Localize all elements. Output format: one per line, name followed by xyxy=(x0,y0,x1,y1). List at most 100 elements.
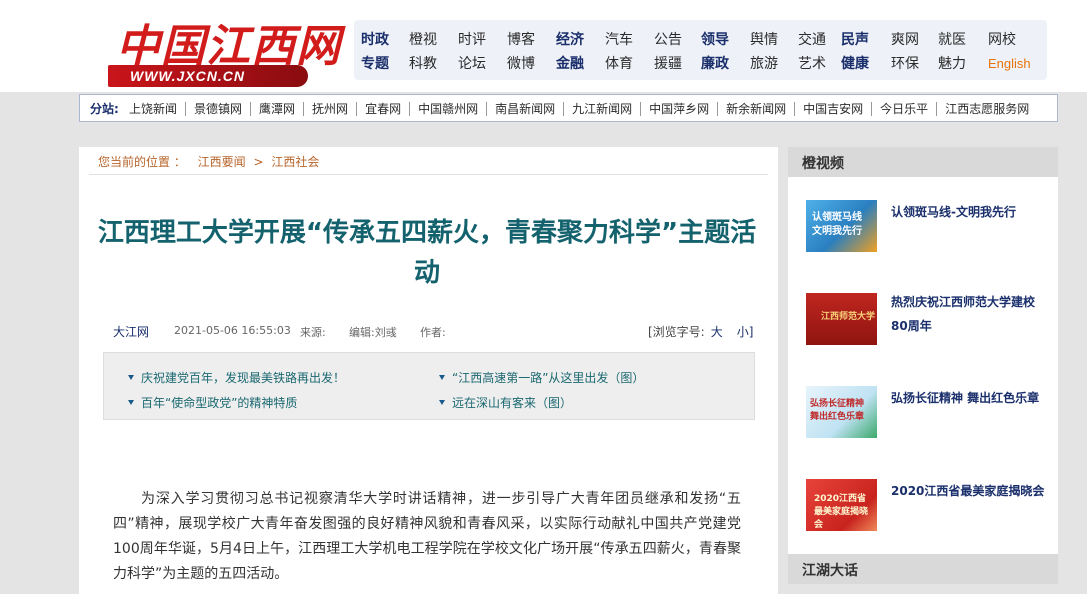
related-links-box: 庆祝建党百年，发现最美铁路再出发！ “江西高速第一路”从这里出发（图） 百年“使… xyxy=(103,352,755,420)
nav-row-1: 时政 橙视 时评 博客 经济 汽车 公告 领导 舆情 交通 民声 爽网 就医 网… xyxy=(354,29,1047,53)
nav-item[interactable]: 健康 xyxy=(841,53,869,75)
related-link[interactable]: 百年“使命型政党”的精神特质 xyxy=(128,394,297,411)
article-source-link[interactable]: 大江网 xyxy=(113,323,149,340)
video-list: 认领斑马线 文明我先行 认领斑马线-文明我先行 江西师范大学 热烈庆祝江西师范大… xyxy=(788,177,1058,554)
video-list-item[interactable]: 弘扬长征精神 舞出红色乐章 弘扬长征精神 舞出红色乐章 xyxy=(788,386,1058,446)
sub-site-link[interactable]: 鹰潭网 xyxy=(259,100,295,117)
sub-site-link[interactable]: 九江新闻网 xyxy=(572,100,632,117)
triangle-bullet-icon xyxy=(128,400,134,405)
nav-item[interactable]: 就医 xyxy=(938,29,966,51)
nav-item-english[interactable]: English xyxy=(988,53,1031,75)
nav-item[interactable]: 交通 xyxy=(798,29,826,51)
font-size-small-button[interactable]: 小] xyxy=(737,325,754,339)
article-title: 江西理工大学开展“传承五四薪火，青春聚力科学”主题活动 xyxy=(97,218,757,288)
divider xyxy=(717,101,719,116)
article-meta: 大江网 2021-05-06 16:55:03 来源: 编辑:刘彧 作者: [浏… xyxy=(113,323,753,343)
sub-site-link[interactable]: 中国吉安网 xyxy=(803,100,863,117)
logo-url-text: WWW.JXCN.CN xyxy=(130,68,245,84)
nav-item[interactable]: 金融 xyxy=(556,53,584,75)
sub-sites-list: 上饶新闻 景德镇网 鹰潭网 抚州网 宜春网 中国赣州网 南昌新闻网 九江新闻网 … xyxy=(129,100,1029,117)
divider xyxy=(409,101,411,116)
nav-item[interactable]: 艺术 xyxy=(798,53,826,75)
site-logo[interactable]: 中国江西网 WWW.JXCN.CN xyxy=(108,10,340,88)
nav-item[interactable]: 援疆 xyxy=(654,53,682,75)
video-list-item[interactable]: 2020江西省最美家庭揭晓会 2020江西省最美家庭揭晓会 xyxy=(788,479,1058,539)
triangle-bullet-icon xyxy=(439,375,445,380)
video-title: 2020江西省最美家庭揭晓会 xyxy=(891,484,1045,498)
nav-item[interactable]: 论坛 xyxy=(458,53,486,75)
divider xyxy=(89,174,768,175)
nav-item[interactable]: 科教 xyxy=(409,53,437,75)
video-thumbnail: 2020江西省最美家庭揭晓会 xyxy=(806,479,877,531)
sidebar: 橙视频 认领斑马线 文明我先行 认领斑马线-文明我先行 江西师范大学 热烈庆祝江… xyxy=(788,147,1058,594)
video-list-item[interactable]: 江西师范大学 热烈庆祝江西师范大学建校80周年 xyxy=(788,293,1058,353)
sub-site-link[interactable]: 中国赣州网 xyxy=(418,100,478,117)
sub-site-link[interactable]: 抚州网 xyxy=(312,100,348,117)
nav-item[interactable]: 汽车 xyxy=(605,29,633,51)
sub-site-link[interactable]: 南昌新闻网 xyxy=(495,100,555,117)
top-navigation: 时政 橙视 时评 博客 经济 汽车 公告 领导 舆情 交通 民声 爽网 就医 网… xyxy=(354,20,1047,80)
sub-site-link[interactable]: 景德镇网 xyxy=(194,100,242,117)
nav-item[interactable]: 经济 xyxy=(556,29,584,51)
nav-item[interactable]: 领导 xyxy=(701,29,729,51)
breadcrumb: 您当前的位置 ： 江西要闻 > 江西社会 xyxy=(98,153,319,170)
nav-item[interactable]: 微博 xyxy=(507,53,535,75)
sidebar-section-header: 橙视频 xyxy=(788,147,1058,177)
related-link[interactable]: 远在深山有客来（图） xyxy=(439,394,572,411)
breadcrumb-prefix: 您当前的位置 ： xyxy=(98,155,186,169)
sub-site-link[interactable]: 今日乐平 xyxy=(880,100,928,117)
nav-item[interactable]: 网校 xyxy=(988,29,1016,51)
related-link[interactable]: 庆祝建党百年，发现最美铁路再出发！ xyxy=(128,369,345,386)
sub-sites-label: 分站: xyxy=(90,102,119,116)
video-thumbnail: 认领斑马线 文明我先行 xyxy=(806,200,877,252)
nav-item[interactable]: 专题 xyxy=(361,53,389,75)
nav-item[interactable]: 爽网 xyxy=(891,29,919,51)
sub-site-link[interactable]: 江西志愿服务网 xyxy=(945,100,1029,117)
breadcrumb-link[interactable]: 江西社会 xyxy=(271,155,319,169)
divider xyxy=(871,101,873,116)
site-header: 中国江西网 WWW.JXCN.CN 时政 橙视 时评 博客 经济 汽车 公告 领… xyxy=(0,0,1087,92)
font-size-control: [浏览字号: 大小] xyxy=(648,323,753,340)
nav-item[interactable]: 时政 xyxy=(361,29,389,51)
triangle-bullet-icon xyxy=(439,400,445,405)
divider xyxy=(486,101,488,116)
sub-site-link[interactable]: 新余新闻网 xyxy=(726,100,786,117)
video-title: 认领斑马线-文明我先行 xyxy=(891,205,1016,219)
nav-item[interactable]: 魅力 xyxy=(938,53,966,75)
article-date: 2021-05-06 16:55:03 xyxy=(174,324,291,337)
nav-item[interactable]: 旅游 xyxy=(750,53,778,75)
breadcrumb-link[interactable]: 江西要闻 xyxy=(198,155,246,169)
video-list-item[interactable]: 认领斑马线 文明我先行 认领斑马线-文明我先行 xyxy=(788,200,1058,260)
video-thumbnail: 江西师范大学 xyxy=(806,293,877,345)
divider xyxy=(303,101,305,116)
article-from-label: 来源: xyxy=(300,326,326,339)
sub-site-link[interactable]: 宜春网 xyxy=(365,100,401,117)
divider xyxy=(794,101,796,116)
nav-item[interactable]: 舆情 xyxy=(750,29,778,51)
nav-item[interactable]: 民声 xyxy=(841,29,869,51)
sub-site-link[interactable]: 中国萍乡网 xyxy=(649,100,709,117)
nav-item[interactable]: 环保 xyxy=(891,53,919,75)
nav-item[interactable]: 橙视 xyxy=(409,29,437,51)
nav-row-2: 专题 科教 论坛 微博 金融 体育 援疆 廉政 旅游 艺术 健康 环保 魅力 E… xyxy=(354,53,1047,77)
nav-item[interactable]: 体育 xyxy=(605,53,633,75)
related-link[interactable]: “江西高速第一路”从这里出发（图） xyxy=(439,369,644,386)
sidebar-section-title: 橙视频 xyxy=(802,156,844,172)
nav-item[interactable]: 博客 xyxy=(507,29,535,51)
video-thumbnail: 弘扬长征精神 舞出红色乐章 xyxy=(806,386,877,438)
sub-site-link[interactable]: 上饶新闻 xyxy=(129,100,177,117)
breadcrumb-separator: > xyxy=(253,155,264,169)
divider xyxy=(563,101,565,116)
sub-sites-bar: 分站: 上饶新闻 景德镇网 鹰潭网 抚州网 宜春网 中国赣州网 南昌新闻网 九江… xyxy=(79,94,1058,122)
article-panel: 您当前的位置 ： 江西要闻 > 江西社会 江西理工大学开展“传承五四薪火，青春聚… xyxy=(79,147,778,594)
font-size-label: [浏览字号: xyxy=(648,325,705,339)
sidebar-section-title: 江湖大话 xyxy=(802,563,858,579)
video-title: 热烈庆祝江西师范大学建校80周年 xyxy=(891,295,1036,333)
video-title: 弘扬长征精神 舞出红色乐章 xyxy=(891,391,1040,405)
article-body-paragraph: 为深入学习贯彻习总书记视察清华大学时讲话精神，进一步引导广大青年团员继承和发扬“… xyxy=(113,491,741,582)
nav-item[interactable]: 时评 xyxy=(458,29,486,51)
nav-item[interactable]: 公告 xyxy=(654,29,682,51)
font-size-large-button[interactable]: 大 xyxy=(711,325,723,339)
triangle-bullet-icon xyxy=(128,375,134,380)
nav-item[interactable]: 廉政 xyxy=(701,53,729,75)
